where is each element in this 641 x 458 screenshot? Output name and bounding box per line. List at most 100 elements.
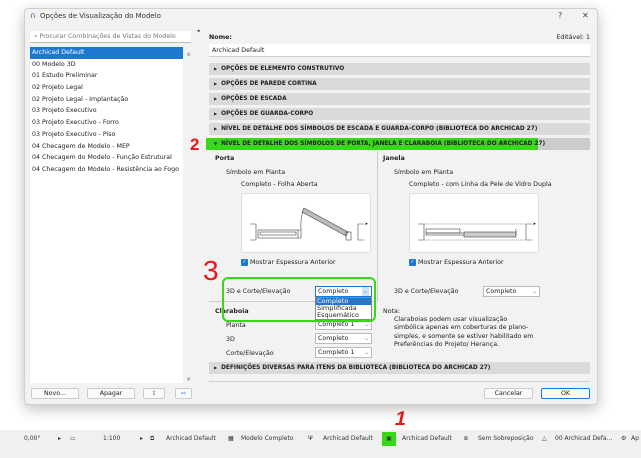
expand-icon: ▶	[214, 81, 218, 86]
preview-next-icon[interactable]: ▸	[533, 221, 536, 227]
expand-icon: ▶	[214, 96, 218, 101]
chevron-down-icon: ⌄	[531, 288, 537, 295]
list-item[interactable]: 04 Checagem de Modelo - MEP	[30, 141, 183, 153]
dialog-title: Opções de Visualização do Modelo	[40, 12, 161, 20]
annotation-3: 3	[203, 255, 219, 286]
search-placeholder: Procurar Combinações de Vistas do Modelo	[39, 33, 176, 40]
model-icon: ▦	[228, 435, 234, 442]
renovation-filter[interactable]: Ap	[631, 435, 639, 442]
door-plan-symbol-label: Símbolo em Planta	[226, 169, 286, 176]
dimension-icon: △	[542, 435, 547, 442]
pen-set[interactable]: Archicad Default	[323, 435, 373, 442]
section-misc-library[interactable]: ▶ DEFINIÇÕES DIVERSAS PARA ITENS DA BIBLI…	[209, 362, 590, 374]
section-label: OPÇÕES DE PAREDE CORTINA	[221, 81, 317, 87]
name-label: Nome:	[209, 34, 232, 41]
dimension-standard[interactable]: 00 Archicad Defa...	[555, 435, 612, 442]
scale-value[interactable]: 1:100	[103, 435, 120, 442]
door-show-thickness-checkbox[interactable]: ✓	[241, 259, 248, 266]
divider	[377, 151, 378, 301]
window-plan-symbol-icon	[418, 223, 532, 241]
ok-button[interactable]: OK	[541, 388, 590, 399]
cancel-button[interactable]: Cancelar	[484, 388, 533, 399]
expand-icon: ▶	[214, 111, 218, 116]
door-symbol-preview[interactable]: ▸	[241, 193, 371, 253]
import-button[interactable]: ⇪	[143, 388, 165, 399]
window-plan-symbol-label: Símbolo em Planta	[394, 169, 454, 176]
model-view-options[interactable]: Archicad Default	[402, 435, 452, 442]
highlight-box	[222, 277, 376, 322]
layer-combination[interactable]: Archicad Default	[166, 435, 216, 442]
new-button[interactable]: Novo...	[31, 388, 79, 399]
divider	[209, 381, 590, 382]
list-item[interactable]: Archicad Default	[30, 47, 183, 59]
window-section-select[interactable]: Completo ⌄	[483, 286, 540, 297]
pen-icon: Ψ	[308, 435, 313, 442]
arrow-icon[interactable]: ▸	[58, 435, 61, 442]
export-button[interactable]: ⇨	[175, 388, 192, 399]
override-icon: ⧈	[464, 435, 468, 442]
layers-icon: ⧉	[150, 435, 155, 442]
window-show-thickness-label: Mostrar Espessura Anterior	[418, 259, 504, 266]
window-section-label: 3D e Corte/Elevação	[394, 288, 459, 295]
expand-icon: ▶	[214, 365, 218, 370]
skylight-3d-select[interactable]: Completo ⌄	[315, 333, 372, 344]
note-title: Nota:	[383, 308, 401, 315]
list-scrollbar[interactable]: ▲ ▼	[185, 47, 192, 383]
door-plan-value: Completo - Folha Aberta	[241, 181, 318, 188]
graphic-override[interactable]: Sem Sobreposição	[478, 435, 534, 442]
model-view[interactable]: Modelo Completo	[241, 435, 294, 442]
close-button[interactable]: ✕	[582, 11, 589, 20]
list-item[interactable]: 04 Checagem do Modelo - Resistência ao F…	[30, 164, 183, 176]
list-item[interactable]: 02 Projeto Legal	[30, 82, 183, 94]
delete-button[interactable]: Apagar	[87, 388, 135, 399]
window-plan-value: Completo - com Linha da Pele de Vidro Du…	[409, 181, 552, 188]
section-header[interactable]: ▼ NÍVEL DE DETALHE DOS SÍMBOLOS DE PORTA,…	[206, 138, 590, 150]
section-header[interactable]: ▶ OPÇÕES DE GUARDA-CORPO	[209, 108, 590, 120]
editable-count: Editável: 1	[556, 34, 590, 41]
collapse-icon: ▼	[214, 141, 218, 146]
list-item[interactable]: 00 Modelo 3D	[30, 59, 183, 71]
scale-icon: ▭	[70, 435, 76, 442]
list-item[interactable]: 02 Projeto Legal - Implantação	[30, 94, 183, 106]
export-icon: ⇨	[180, 390, 187, 397]
section-header[interactable]: ▶ OPÇÕES DE ELEMENTO CONSTRUTIVO	[209, 63, 590, 75]
search-input[interactable]: ⌕ Procurar Combinações de Vistas do Mode…	[30, 31, 191, 43]
chevron-down-icon: ⌄	[363, 335, 369, 342]
section-header[interactable]: ▶ OPÇÕES DE PAREDE CORTINA	[209, 78, 590, 90]
expand-icon: ▶	[214, 66, 218, 71]
collapse-panel-icon[interactable]: ◂	[197, 28, 200, 34]
list-item[interactable]: 01 Estudo Preliminar	[30, 70, 183, 82]
list-item[interactable]: 03 Projeto Executivo - Forro	[30, 117, 183, 129]
annotation-2: 2	[190, 135, 200, 154]
skylight-section-select[interactable]: Completo 1 ⌄	[315, 347, 372, 358]
list-item[interactable]: 03 Projeto Executivo	[30, 105, 183, 117]
angle-value[interactable]: 0,00°	[24, 435, 40, 442]
import-icon: ⇪	[151, 390, 157, 397]
archicad-logo-icon: ∩	[30, 11, 36, 20]
section-label: NÍVEL DE DETALHE DOS SÍMBOLOS DE PORTA, …	[221, 141, 546, 147]
chevron-down-icon: ⌄	[363, 349, 369, 356]
arrow-icon[interactable]: ▸	[140, 435, 143, 442]
window-symbol-preview[interactable]: ▸	[409, 193, 539, 253]
status-bar: 0,00° ▸ ▭ 1:100 ▸ ⧉ Archicad Default ▦ M…	[0, 432, 641, 446]
note-text: Claraboias podem usar visualização simbó…	[394, 316, 534, 349]
section-label: OPÇÕES DE GUARDA-CORPO	[221, 111, 314, 117]
help-button[interactable]: ?	[558, 11, 562, 20]
expand-icon: ▶	[214, 126, 218, 131]
window-show-thickness-checkbox[interactable]: ✓	[409, 259, 416, 266]
skylight-section-label: Corte/Elevação	[226, 350, 274, 357]
skylight-3d-label: 3D	[226, 336, 235, 343]
section-header[interactable]: ▶ OPÇÕES DE ESCADA	[209, 93, 590, 105]
view-combination-list: Archicad Default 00 Modelo 3D 01 Estudo Pr…	[30, 47, 183, 383]
section-label: OPÇÕES DE ESCADA	[221, 96, 287, 102]
name-input[interactable]: Archicad Default	[209, 44, 590, 57]
preview-next-icon[interactable]: ▸	[365, 221, 368, 227]
section-label: NÍVEL DE DETALHE DOS SÍMBOLOS DE ESCADA …	[221, 126, 538, 132]
model-view-options-icon[interactable]: ▣	[382, 432, 396, 446]
door-plan-symbol-icon	[250, 207, 364, 241]
section-header[interactable]: ▶ NÍVEL DE DETALHE DOS SÍMBOLOS DE ESCADA…	[209, 123, 590, 135]
list-item[interactable]: 04 Checagem do Modelo - Função Estrutura…	[30, 152, 183, 164]
section-label: OPÇÕES DE ELEMENTO CONSTRUTIVO	[221, 66, 345, 72]
list-item[interactable]: 03 Projeto Executivo - Piso	[30, 129, 183, 141]
skylight-plan-label: Planta	[226, 322, 246, 329]
